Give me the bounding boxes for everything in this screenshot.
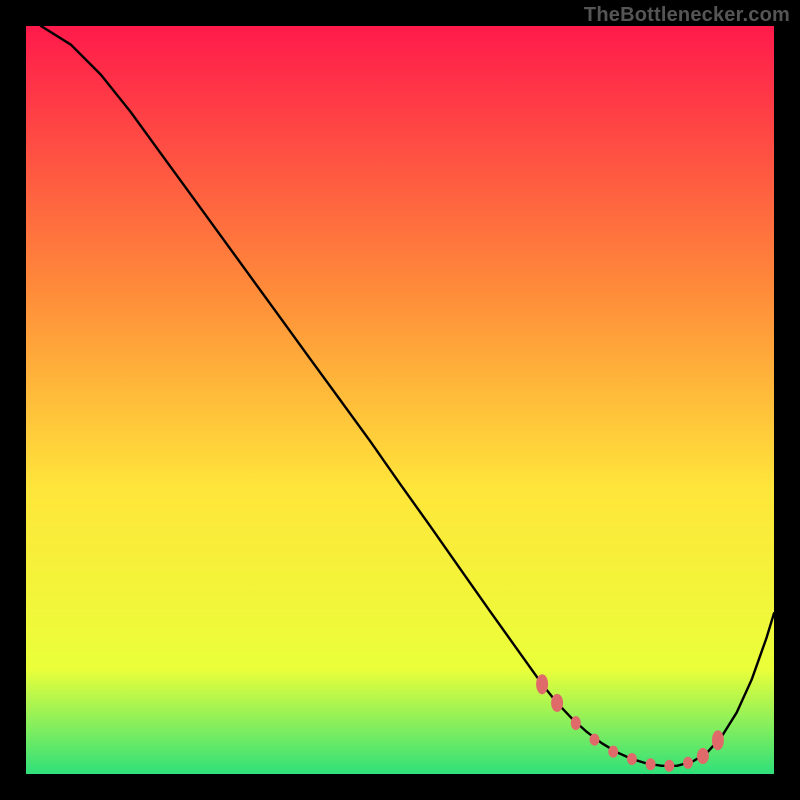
- highlight-dot: [712, 730, 724, 750]
- watermark-text: TheBottlenecker.com: [584, 4, 790, 27]
- highlight-dot: [683, 757, 693, 769]
- highlight-dot: [608, 746, 618, 758]
- highlight-dot: [536, 674, 548, 694]
- highlight-dot: [590, 734, 600, 746]
- gradient-background: [26, 26, 774, 774]
- highlight-dot: [627, 753, 637, 765]
- highlight-dot: [646, 758, 656, 770]
- highlight-dot: [697, 748, 709, 764]
- chart-frame: TheBottlenecker.com: [0, 0, 800, 800]
- bottleneck-chart: [26, 26, 774, 774]
- highlight-dot: [571, 716, 581, 730]
- highlight-dot: [664, 760, 674, 772]
- highlight-dot: [551, 694, 563, 712]
